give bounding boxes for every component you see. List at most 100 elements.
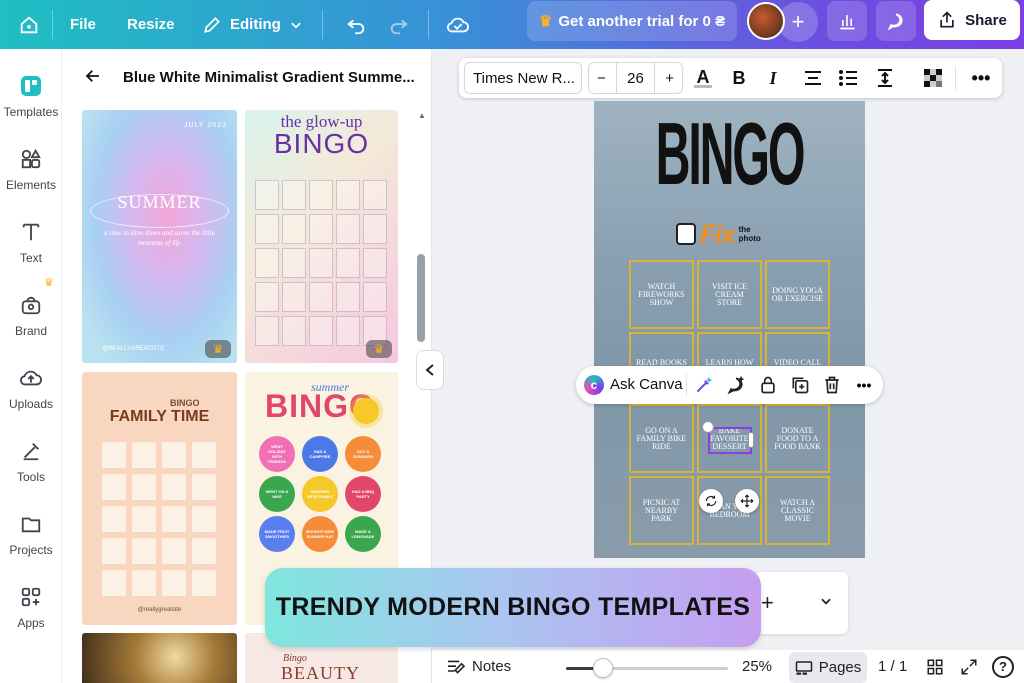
more-options-button[interactable]: ••• [854, 375, 874, 395]
font-family-select[interactable]: Times New R... [464, 62, 582, 94]
templates-icon [18, 73, 44, 99]
resize-handle[interactable] [748, 432, 754, 448]
design-page[interactable]: BINGO Fix the photo WATCH FIREWORKS SHOW… [594, 101, 865, 558]
text-color-button[interactable]: A [691, 66, 715, 90]
bingo-cell[interactable]: GO ON A FAMILY BIKE RIDE [629, 404, 694, 473]
thumb-grid-cell [363, 282, 387, 312]
rail-item-text[interactable]: Text [0, 207, 62, 277]
bingo-cell[interactable]: PICNIC AT NEARBY PARK [629, 476, 694, 545]
projects-icon [18, 511, 44, 537]
page-count: 1 / 1 [878, 658, 908, 675]
add-page-button[interactable]: + [761, 590, 774, 616]
tools-icon [18, 438, 44, 464]
bingo-cell[interactable]: DONATE FOOD TO A FOOD BANK [765, 404, 830, 473]
thumb-grid-cell [255, 214, 279, 244]
thumb-grid-cell [309, 214, 333, 244]
spacing-button[interactable] [873, 66, 897, 90]
align-button[interactable] [801, 66, 825, 90]
notes-button[interactable]: Notes [446, 650, 511, 683]
avatar[interactable] [747, 2, 785, 40]
pencil-icon [204, 16, 220, 33]
template-thumbnail[interactable]: JULY 2023 SUMMER a time to slow down and… [82, 110, 237, 363]
thumb-grid-cell [132, 570, 156, 596]
get-trial-button[interactable]: ♛ Get another trial for 0 ₴ [527, 1, 737, 41]
help-button[interactable]: ? [992, 650, 1014, 683]
comment-button[interactable] [726, 375, 746, 395]
decrease-size-button[interactable]: − [597, 70, 606, 87]
thumb-grid-cell [162, 442, 186, 468]
panel-scrollbar[interactable] [417, 254, 425, 342]
rail-item-uploads[interactable]: Uploads [0, 353, 62, 423]
duplicate-button[interactable] [790, 375, 810, 395]
thumb-grid-cell [309, 248, 333, 278]
resize-button[interactable]: Resize [127, 0, 175, 49]
thumb-grid-cell [132, 442, 156, 468]
home-button[interactable] [18, 0, 40, 49]
font-size-stepper[interactable]: − 26 + [588, 62, 683, 94]
increase-size-button[interactable]: + [665, 70, 674, 87]
italic-icon: I [769, 67, 777, 88]
thumb-tagline: a time to slow down and savor the little… [104, 229, 215, 247]
collapse-panel-button[interactable] [416, 350, 444, 390]
rail-item-templates[interactable]: Templates [0, 61, 62, 131]
zoom-value[interactable]: 25% [742, 650, 772, 683]
cloud-check-icon [447, 17, 469, 32]
ask-canva-button[interactable]: Ask Canva [610, 376, 683, 393]
format-toolbar: Times New R... − 26 + A B I ••• [459, 58, 1002, 98]
italic-button[interactable]: I [761, 66, 785, 90]
fullscreen-button[interactable] [960, 650, 978, 683]
bingo-cell[interactable]: WATCH A CLASSIC MOVIE [765, 476, 830, 545]
template-thumbnail[interactable] [82, 633, 237, 683]
editing-menu[interactable]: Editing [202, 0, 303, 49]
thumb-circle: MADE FRUIT SMOOTHIES [259, 516, 295, 552]
thumb-grid-cell [282, 180, 306, 210]
duplicate-icon [792, 377, 809, 394]
resize-handle[interactable] [702, 421, 714, 433]
bold-icon: B [732, 67, 746, 88]
thumb-grid-cell [192, 474, 216, 500]
bold-button[interactable]: B [727, 66, 751, 90]
file-menu[interactable]: File [70, 0, 96, 49]
list-button[interactable] [836, 66, 860, 90]
rail-item-projects[interactable]: Projects [0, 499, 62, 569]
bingo-cell[interactable]: WATCH FIREWORKS SHOW [629, 260, 694, 329]
lock-button[interactable] [758, 375, 778, 395]
uploads-icon [18, 365, 44, 391]
comments-button[interactable] [876, 1, 916, 41]
scroll-up-arrow[interactable]: ▲ [418, 111, 426, 120]
selection-box[interactable] [708, 427, 752, 454]
rail-item-apps[interactable]: Apps [0, 572, 62, 642]
side-rail: Templates Elements Text ♛ Brand Uploads … [0, 49, 62, 683]
rail-item-tools[interactable]: Tools [0, 426, 62, 496]
rail-item-brand[interactable]: ♛ Brand [0, 277, 62, 350]
back-button[interactable] [84, 67, 102, 85]
arrow-left-icon [85, 70, 99, 82]
delete-button[interactable] [822, 375, 842, 395]
font-size-value[interactable]: 26 [627, 70, 644, 87]
transparency-button[interactable] [921, 66, 945, 90]
bingo-cell[interactable]: DOING YOGA OR EXERCISE [765, 260, 830, 329]
rotate-handle[interactable] [699, 489, 723, 513]
pages-button[interactable]: Pages [789, 652, 867, 683]
template-thumbnail[interactable]: the glow-up BINGO ♛ [245, 110, 398, 363]
insights-button[interactable] [827, 1, 867, 41]
magic-edit-button[interactable] [694, 375, 714, 395]
template-thumbnail[interactable]: BINGO FAMILY TIME @reallygreatsite [82, 372, 237, 625]
crown-icon: ♛ [44, 277, 54, 289]
undo-button[interactable] [345, 0, 367, 49]
thumb-grid-cell [255, 282, 279, 312]
rail-item-elements[interactable]: Elements [0, 134, 62, 204]
rail-label: Elements [5, 178, 57, 192]
move-handle[interactable] [735, 489, 759, 513]
promo-banner: TRENDY MODERN BINGO TEMPLATES [265, 568, 761, 647]
share-label: Share [965, 11, 1007, 29]
bingo-cell[interactable]: VISIT ICE CREAM STORE [697, 260, 762, 329]
cloud-saved-button[interactable] [446, 0, 470, 49]
share-button[interactable]: Share [924, 0, 1020, 40]
more-options-button[interactable]: ••• [969, 66, 993, 90]
redo-button[interactable] [388, 0, 410, 49]
expand-pages-button[interactable] [819, 594, 833, 608]
brand-icon [18, 292, 44, 318]
design-title[interactable]: BINGO [655, 103, 806, 205]
grid-view-button[interactable] [926, 650, 944, 683]
